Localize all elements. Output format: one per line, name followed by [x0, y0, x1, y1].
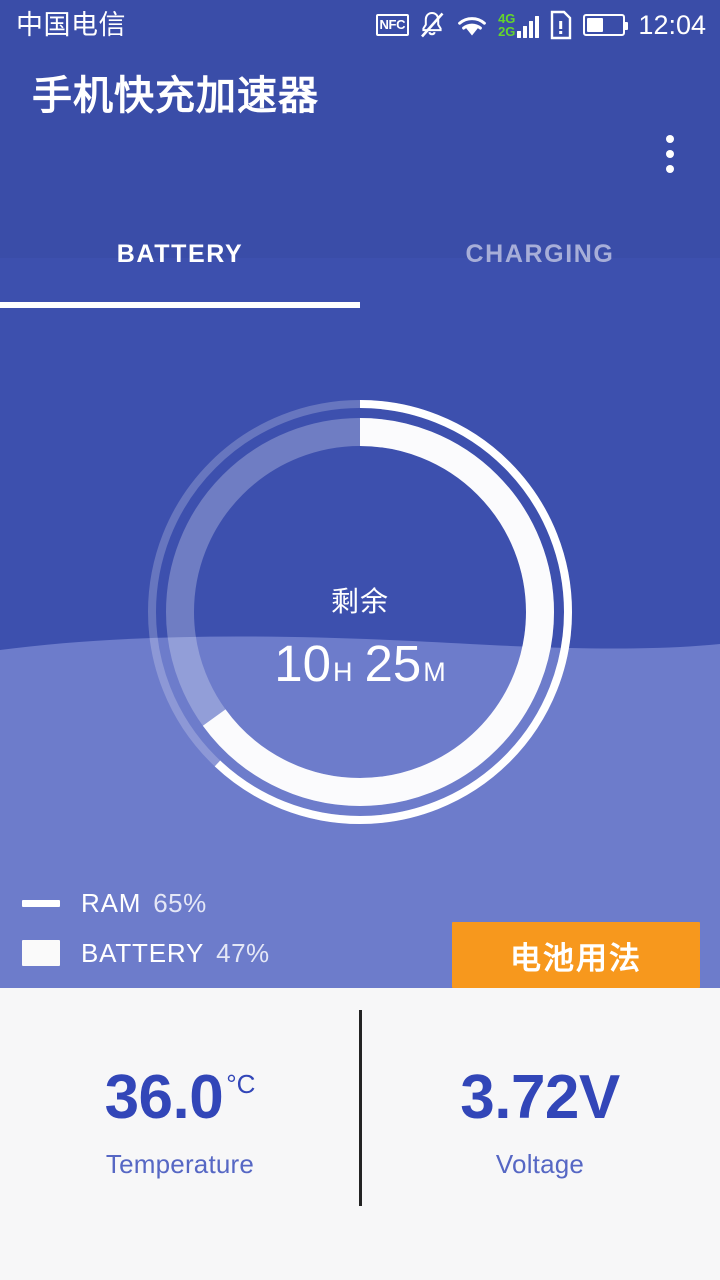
voltage-value: 3.72V — [460, 1063, 620, 1132]
tab-battery-label: BATTERY — [116, 240, 244, 268]
battery-marker-icon — [22, 940, 60, 966]
temperature-value: 36.0 — [104, 1063, 224, 1132]
stats-divider — [359, 1010, 362, 1206]
stat-voltage: 3.72V Voltage — [360, 988, 720, 1280]
bell-muted-icon — [421, 11, 444, 38]
battery-fill — [587, 18, 603, 32]
battery-overview-panel: 剩余 10H 25M RAM 65% BATTERY 47% 电池用法 — [0, 258, 720, 988]
app-bar: 手机快充加速器 BATTERY CHARGING — [0, 50, 720, 308]
temperature-unit: °C — [226, 1069, 256, 1099]
battery-value: 47% — [216, 938, 270, 968]
battery-label: BATTERY — [81, 938, 205, 968]
legend-item-battery: BATTERY 47% — [22, 928, 422, 978]
ram-value: 65% — [153, 888, 207, 918]
status-bar: 中国电信 NFC 4G 2G 12:04 — [0, 0, 720, 50]
sim-card-alert-icon — [551, 10, 572, 40]
temperature-label: Temperature — [105, 1149, 255, 1179]
tab-charging-label: CHARGING — [465, 240, 615, 268]
nfc-icon: NFC — [375, 14, 410, 36]
battery-icon — [583, 14, 629, 36]
ram-marker-icon — [22, 899, 60, 907]
voltage-value-row: 3.72V — [460, 1067, 620, 1129]
status-icon-tray: NFC 4G 2G 12:04 — [375, 0, 706, 50]
overflow-menu-icon[interactable] — [646, 128, 694, 180]
page-title: 手机快充加速器 — [32, 73, 319, 119]
device-stats-panel: 36.0 °C Temperature 3.72V Voltage — [0, 988, 720, 1280]
wifi-icon — [458, 17, 486, 36]
carrier-label: 中国电信 — [16, 9, 126, 40]
app-screen: 中国电信 NFC 4G 2G 12:04 手机快充加速器 BATTERY CHA… — [0, 0, 720, 1280]
gauge-legend: RAM 65% BATTERY 47% — [22, 878, 422, 978]
tab-battery[interactable]: BATTERY — [0, 208, 360, 308]
clock-label: 12:04 — [638, 9, 706, 40]
signal-generation-labels: 4G 2G — [498, 12, 515, 38]
ram-label: RAM — [81, 888, 142, 918]
battery-gauge — [148, 400, 572, 824]
dual-signal-icon: 4G 2G — [498, 12, 540, 38]
stat-temperature: 36.0 °C Temperature — [0, 988, 360, 1280]
overflow-dot — [666, 135, 674, 143]
battery-usage-button[interactable]: 电池用法 — [452, 922, 700, 988]
legend-item-ram: RAM 65% — [22, 878, 422, 928]
signal-bars-primary — [517, 12, 540, 38]
tab-bar: BATTERY CHARGING — [0, 208, 720, 308]
signal-2g-label: 2G — [498, 24, 516, 39]
temperature-value-row: 36.0 °C — [105, 1067, 256, 1129]
overflow-dot — [666, 165, 674, 173]
voltage-label: Voltage — [495, 1149, 585, 1179]
tab-charging[interactable]: CHARGING — [360, 208, 720, 308]
overflow-dot — [666, 150, 674, 158]
